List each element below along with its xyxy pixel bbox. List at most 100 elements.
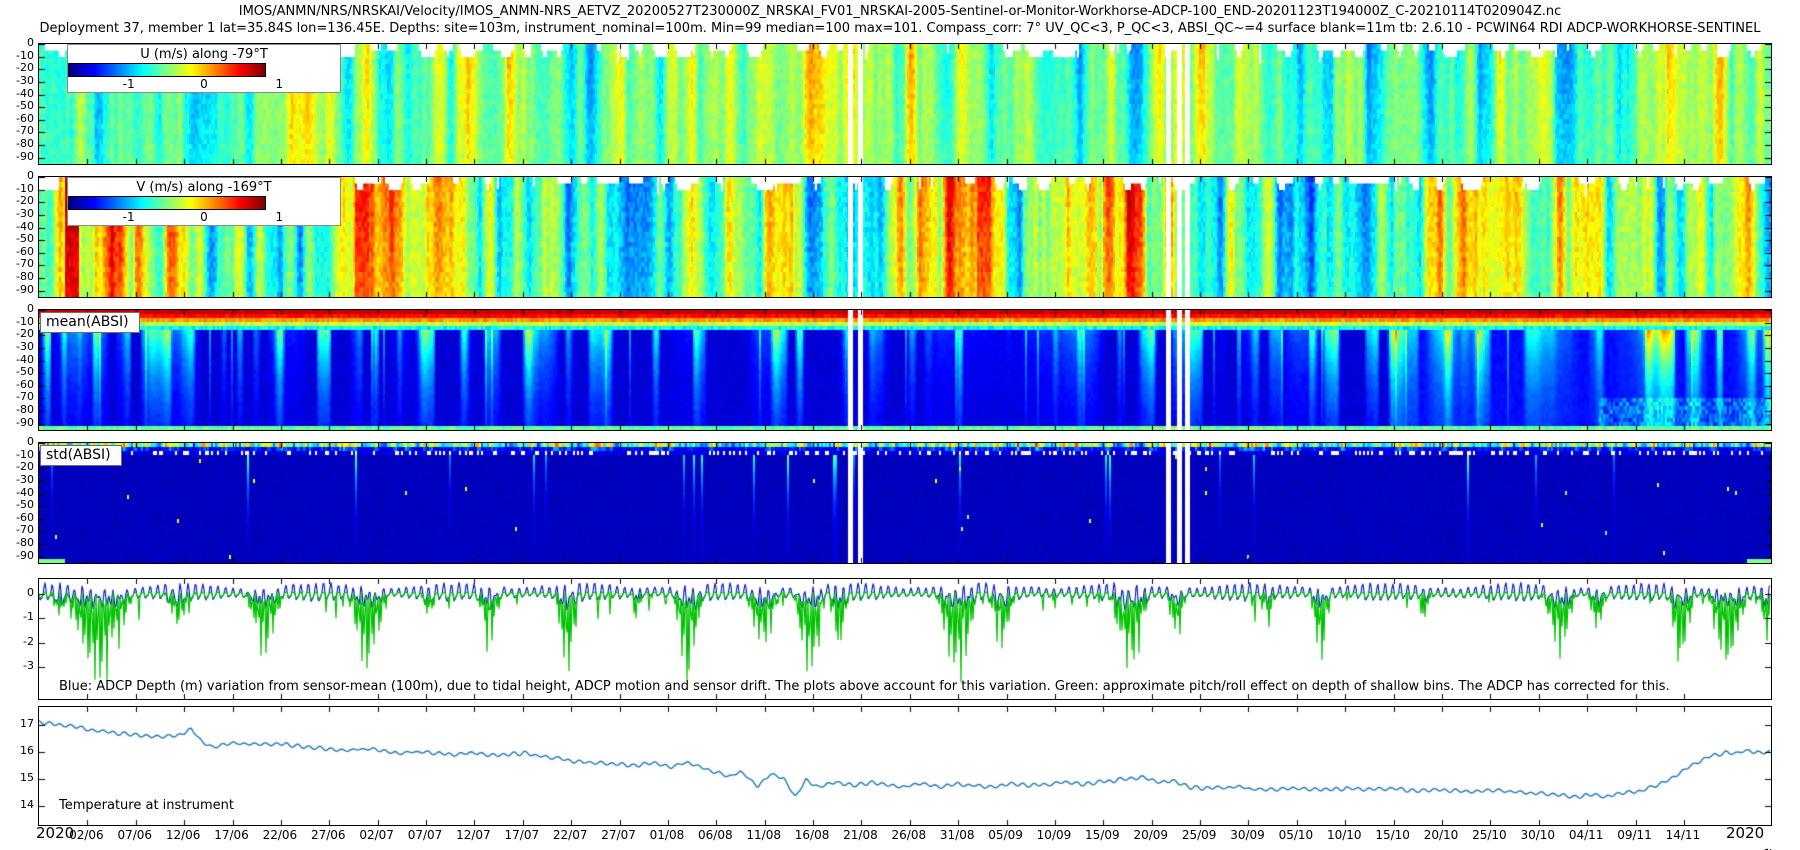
y-tick-label: -90 bbox=[4, 417, 34, 429]
x-tick-label: 22/07 bbox=[553, 828, 588, 842]
u-colorbar bbox=[68, 63, 266, 77]
y-tick-label: -20 bbox=[4, 195, 34, 207]
x-tick-label: 15/09 bbox=[1085, 828, 1120, 842]
y-tick-label: -50 bbox=[4, 366, 34, 378]
y-tick-label: -70 bbox=[4, 524, 34, 536]
colorbar-tick-label: 1 bbox=[276, 77, 284, 91]
x-tick-label: 20/10 bbox=[1424, 828, 1459, 842]
figure-root: IMOS/ANMN/NRS/NRSKAI/Velocity/IMOS_ANMN-… bbox=[0, 0, 1800, 850]
y-tick-label: -60 bbox=[4, 512, 34, 524]
temperature-label: Temperature at instrument bbox=[59, 798, 234, 813]
y-tick-label: -10 bbox=[4, 183, 34, 195]
y-tick-label: -20 bbox=[4, 62, 34, 74]
x-tick-label: 11/08 bbox=[746, 828, 781, 842]
mean-absi-heatmap-panel: mean(ABSI) bbox=[38, 309, 1772, 431]
colorbar-tick-label: -1 bbox=[123, 77, 135, 91]
y-tick-label: 17 bbox=[4, 718, 34, 730]
v-colorbar bbox=[68, 196, 266, 210]
y-tick-label: -3 bbox=[4, 660, 34, 672]
y-tick-label: -50 bbox=[4, 100, 34, 112]
x-tick-label: 01/08 bbox=[650, 828, 685, 842]
figure-title: IMOS/ANMN/NRS/NRSKAI/Velocity/IMOS_ANMN-… bbox=[0, 4, 1800, 19]
x-tick-label: 16/08 bbox=[795, 828, 830, 842]
colorbar-tick-label: -1 bbox=[123, 210, 135, 224]
y-tick-label: 15 bbox=[4, 772, 34, 784]
mean-absi-label: mean(ABSI) bbox=[40, 312, 140, 333]
x-tick-label: 07/07 bbox=[408, 828, 443, 842]
x-tick-label: 20/09 bbox=[1133, 828, 1168, 842]
y-tick-label: 16 bbox=[4, 745, 34, 757]
y-tick-label: -80 bbox=[4, 138, 34, 150]
colorbar-tick-label: 0 bbox=[200, 210, 208, 224]
y-tick-label: -30 bbox=[4, 75, 34, 87]
y-tick-label: -60 bbox=[4, 379, 34, 391]
temperature-line-canvas bbox=[39, 707, 1771, 825]
y-tick-label: 0 bbox=[4, 587, 34, 599]
y-tick-label: -90 bbox=[4, 284, 34, 296]
x-tick-label: 10/09 bbox=[1037, 828, 1072, 842]
y-tick-label: -70 bbox=[4, 258, 34, 270]
x-axis-year-end: 2020 bbox=[1726, 824, 1764, 842]
y-tick-label: -30 bbox=[4, 474, 34, 486]
y-tick-label: 14 bbox=[4, 799, 34, 811]
y-tick-label: -80 bbox=[4, 537, 34, 549]
y-tick-label: -80 bbox=[4, 404, 34, 416]
x-tick-label: 07/06 bbox=[117, 828, 152, 842]
temperature-line-panel: Temperature at instrument bbox=[38, 706, 1772, 826]
y-tick-label: -30 bbox=[4, 341, 34, 353]
std-absi-heatmap-canvas bbox=[39, 443, 1771, 563]
y-tick-label: -20 bbox=[4, 328, 34, 340]
x-tick-label: 27/07 bbox=[601, 828, 636, 842]
y-tick-label: -10 bbox=[4, 316, 34, 328]
x-tick-label: 31/08 bbox=[940, 828, 975, 842]
y-tick-label: -30 bbox=[4, 208, 34, 220]
y-tick-label: -40 bbox=[4, 221, 34, 233]
x-tick-label: 17/07 bbox=[505, 828, 540, 842]
y-tick-label: -90 bbox=[4, 151, 34, 163]
x-tick-label: 30/09 bbox=[1230, 828, 1265, 842]
y-tick-label: -50 bbox=[4, 499, 34, 511]
y-tick-label: -60 bbox=[4, 113, 34, 125]
u-colorbar-legend: U (m/s) along -79°T -101 bbox=[67, 44, 341, 93]
x-tick-label: 10/10 bbox=[1327, 828, 1362, 842]
mean-absi-heatmap-canvas bbox=[39, 310, 1771, 430]
y-tick-label: 0 bbox=[4, 303, 34, 315]
colorbar-tick-label: 1 bbox=[276, 210, 284, 224]
x-tick-label: 30/10 bbox=[1520, 828, 1555, 842]
figure-subtitle: Deployment 37, member 1 lat=35.84S lon=1… bbox=[0, 21, 1800, 36]
x-tick-label: 06/08 bbox=[698, 828, 733, 842]
x-tick-label: 25/09 bbox=[1182, 828, 1217, 842]
v-velocity-heatmap-panel: V (m/s) along -169°T -1 0 1 bbox=[38, 176, 1772, 298]
x-tick-label: 14/11 bbox=[1666, 828, 1701, 842]
y-tick-label: -10 bbox=[4, 50, 34, 62]
y-tick-label: -50 bbox=[4, 233, 34, 245]
x-tick-label: 12/07 bbox=[456, 828, 491, 842]
x-tick-label: 25/10 bbox=[1472, 828, 1507, 842]
x-tick-label: 12/06 bbox=[166, 828, 201, 842]
y-tick-label: -70 bbox=[4, 391, 34, 403]
std-absi-label: std(ABSI) bbox=[40, 445, 122, 466]
v-legend-label: V (m/s) along -169°T bbox=[68, 180, 340, 195]
y-tick-label: -2 bbox=[4, 636, 34, 648]
y-tick-label: -20 bbox=[4, 461, 34, 473]
y-tick-label: -80 bbox=[4, 271, 34, 283]
x-tick-label: 15/10 bbox=[1375, 828, 1410, 842]
y-tick-label: -60 bbox=[4, 246, 34, 258]
x-tick-label: 26/08 bbox=[892, 828, 927, 842]
y-tick-label: -1 bbox=[4, 611, 34, 623]
v-colorbar-legend: V (m/s) along -169°T -1 0 1 bbox=[67, 177, 341, 226]
std-absi-heatmap-panel: std(ABSI) bbox=[38, 442, 1772, 564]
y-tick-label: -10 bbox=[4, 449, 34, 461]
depth-variation-annotation: Blue: ADCP Depth (m) variation from sens… bbox=[59, 679, 1670, 694]
x-tick-label: 09/11 bbox=[1617, 828, 1652, 842]
x-tick-label: 22/06 bbox=[263, 828, 298, 842]
x-tick-label: 05/09 bbox=[988, 828, 1023, 842]
x-tick-label: 21/08 bbox=[843, 828, 878, 842]
v-colorbar-tick-labels: -1 0 1 bbox=[106, 210, 302, 225]
u-colorbar-tick-labels: -101 bbox=[106, 77, 302, 92]
u-legend-label: U (m/s) along -79°T bbox=[68, 47, 340, 62]
y-tick-label: -40 bbox=[4, 354, 34, 366]
x-tick-label: 17/06 bbox=[214, 828, 249, 842]
x-tick-label: 02/07 bbox=[359, 828, 394, 842]
x-tick-label: 04/11 bbox=[1569, 828, 1604, 842]
